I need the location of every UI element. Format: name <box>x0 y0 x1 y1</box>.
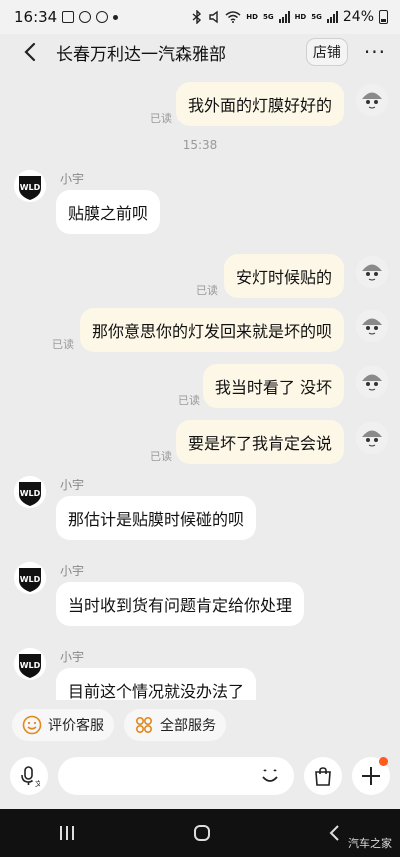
voice-input-button[interactable]: 文 <box>10 757 48 795</box>
shop-avatar[interactable]: WLD <box>14 476 46 508</box>
plus-icon <box>362 767 380 785</box>
network-type-1: HD <box>246 12 258 21</box>
message-bubble[interactable]: 我当时看了 没坏 <box>202 364 344 408</box>
battery-percent: 24% <box>342 9 374 25</box>
message-row-incoming: WLD 小宇 目前这个情况就没办法了 <box>0 646 400 700</box>
user-avatar[interactable] <box>356 310 388 342</box>
status-bar: 16:34 HD 5G HD 5G 24% <box>0 0 400 34</box>
rate-service-button[interactable]: 评价客服 <box>12 709 114 741</box>
wld-logo-icon: WLD <box>14 562 46 594</box>
emoji-icon[interactable] <box>258 764 282 788</box>
user-avatar[interactable] <box>356 256 388 288</box>
signal-icon <box>278 11 290 23</box>
message-input[interactable] <box>58 757 294 795</box>
svg-text:文: 文 <box>35 779 40 787</box>
message-bubble[interactable]: 贴膜之前呗 <box>56 190 161 234</box>
sender-name: 小宇 <box>60 650 85 664</box>
message-row-incoming: WLD 小宇 贴膜之前呗 <box>0 168 400 238</box>
message-bubble[interactable]: 安灯时候贴的 <box>223 254 344 298</box>
network-type-3: HD <box>294 12 307 21</box>
input-bar: 文 <box>0 748 400 804</box>
message-row-outgoing: 已读 我当时看了 没坏 <box>0 364 400 410</box>
shop-avatar[interactable]: WLD <box>14 648 46 680</box>
recent-apps-icon[interactable] <box>58 825 76 841</box>
shop-avatar[interactable]: WLD <box>14 170 46 202</box>
message-bubble[interactable]: 那估计是贴膜时候碰的呗 <box>56 496 257 540</box>
sender-name: 小宇 <box>60 564 85 578</box>
bluetooth-icon <box>192 10 202 24</box>
message-bubble[interactable]: 我外面的灯膜好好的 <box>175 82 344 126</box>
user-avatar[interactable] <box>356 84 388 116</box>
compass-icon <box>96 11 109 23</box>
back-nav-icon[interactable] <box>328 824 342 842</box>
read-receipt: 已读 <box>178 394 200 407</box>
user-avatar[interactable] <box>356 366 388 398</box>
network-type-4: 5G <box>311 12 322 21</box>
read-receipt: 已读 <box>150 450 172 463</box>
read-receipt: 已读 <box>150 112 172 125</box>
logo-text: WLD <box>20 489 41 498</box>
all-services-button[interactable]: 全部服务 <box>124 709 226 741</box>
message-bubble[interactable]: 目前这个情况就没办法了 <box>56 668 257 700</box>
wld-logo-icon: WLD <box>14 170 46 202</box>
message-row-outgoing: 已读 要是坏了我肯定会说 <box>0 420 400 466</box>
cartoon-avatar-icon <box>356 256 388 288</box>
message-row-incoming: WLD 小宇 当时收到货有问题肯定给你处理 <box>0 560 400 630</box>
network-type-2: 5G <box>262 12 274 21</box>
more-options-button[interactable]: ··· <box>364 40 386 64</box>
message-row-outgoing: 已读 那你意思你的灯发回来就是坏的呗 <box>0 308 400 354</box>
shop-avatar[interactable]: WLD <box>14 562 46 594</box>
message-bubble[interactable]: 当时收到货有问题肯定给你处理 <box>56 582 305 626</box>
cartoon-avatar-icon <box>356 422 388 454</box>
message-row-outgoing: 已读 我外面的灯膜好好的 <box>0 80 400 128</box>
back-button[interactable] <box>10 34 50 70</box>
wifi-icon <box>225 11 241 23</box>
cartoon-avatar-icon <box>356 310 388 342</box>
battery-icon <box>379 10 388 24</box>
sender-name: 小宇 <box>60 478 85 492</box>
user-avatar[interactable] <box>356 422 388 454</box>
chat-header: 长春万利达一汽森雅部 店铺 ··· <box>0 34 400 70</box>
shop-bag-button[interactable] <box>304 757 342 795</box>
message-list[interactable]: 已读 我外面的灯膜好好的 15:38 WLD 小宇 贴膜之前呗 已读 安灯时候贴… <box>0 72 400 700</box>
shopping-bag-icon <box>315 767 331 786</box>
cartoon-avatar-icon <box>356 366 388 398</box>
notification-badge <box>379 757 388 766</box>
status-time: 16:34 <box>14 8 58 26</box>
chevron-left-icon <box>24 42 36 62</box>
logo-text: WLD <box>20 183 41 192</box>
read-receipt: 已读 <box>196 284 218 297</box>
wld-logo-icon: WLD <box>14 476 46 508</box>
quick-actions-bar: 评价客服 全部服务 <box>0 705 400 745</box>
gallery-icon <box>62 11 75 23</box>
message-row-incoming: WLD 小宇 那估计是贴膜时候碰的呗 <box>0 474 400 544</box>
notification-dot-icon <box>113 14 119 20</box>
wld-logo-icon: WLD <box>14 648 46 680</box>
logo-text: WLD <box>20 661 41 670</box>
sender-name: 小宇 <box>60 172 85 186</box>
chat-title: 长春万利达一汽森雅部 <box>56 44 226 65</box>
home-icon[interactable] <box>193 824 211 842</box>
cartoon-avatar-icon <box>356 84 388 116</box>
smile-icon <box>22 715 42 735</box>
microphone-icon: 文 <box>21 766 40 787</box>
system-nav-bar <box>0 809 400 857</box>
watermark: 汽车之家 <box>348 837 392 850</box>
all-services-label: 全部服务 <box>160 718 216 734</box>
services-icon <box>135 716 153 734</box>
message-bubble[interactable]: 要是坏了我肯定会说 <box>175 420 344 464</box>
message-bubble[interactable]: 那你意思你的灯发回来就是坏的呗 <box>79 308 344 352</box>
add-button[interactable] <box>352 757 390 795</box>
shop-button[interactable]: 店铺 <box>305 38 348 66</box>
message-row-outgoing: 已读 安灯时候贴的 <box>0 254 400 300</box>
wechat-icon <box>79 11 92 23</box>
timestamp: 15:38 <box>182 138 218 152</box>
signal-icon-2 <box>326 11 338 23</box>
read-receipt: 已读 <box>52 338 74 351</box>
logo-text: WLD <box>20 575 41 584</box>
mute-icon <box>209 10 218 24</box>
rate-service-label: 评价客服 <box>48 718 104 734</box>
